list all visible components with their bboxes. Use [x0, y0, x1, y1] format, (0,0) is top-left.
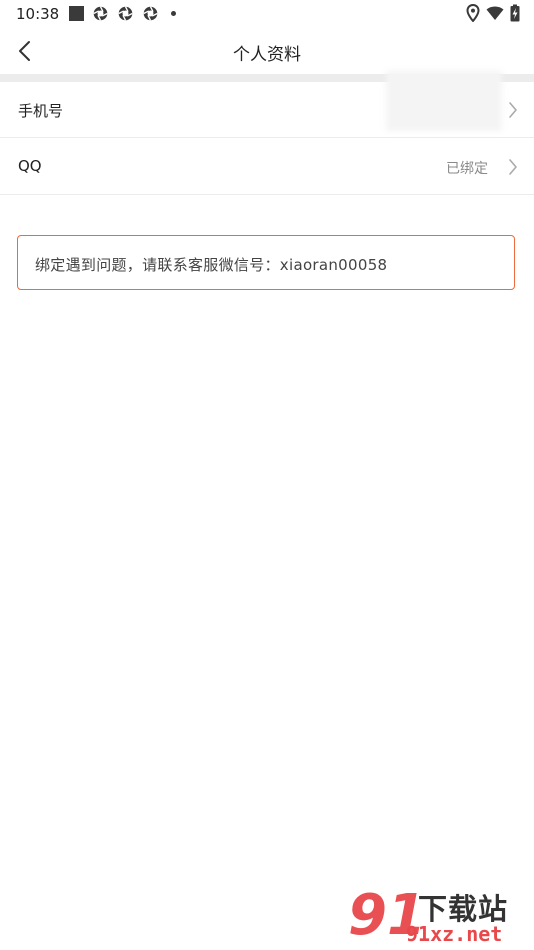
navigation-bar: 个人资料 — [0, 28, 534, 74]
watermark-domain: 91xz.net — [406, 922, 503, 946]
aperture-icon — [93, 6, 108, 21]
notice-text: 绑定遇到问题，请联系客服微信号：xiaoran00058 — [35, 256, 388, 274]
location-icon — [466, 4, 480, 22]
more-notifications-dot-icon — [171, 11, 176, 16]
status-right-icons — [466, 4, 520, 22]
phone-number-label: 手机号 — [18, 102, 64, 120]
aperture-icon — [118, 6, 133, 21]
status-time: 10:38 — [16, 5, 60, 23]
qq-label: QQ — [18, 157, 42, 175]
qq-bound-status: 已绑定 — [446, 161, 488, 177]
notification-square-icon — [69, 6, 84, 21]
binding-help-notice: 绑定遇到问题，请联系客服微信号：xiaoran00058 — [17, 235, 515, 290]
page-title: 个人资料 — [233, 45, 301, 65]
wifi-icon — [486, 6, 504, 20]
redacted-phone-overlay — [386, 71, 502, 131]
aperture-icon — [143, 6, 158, 21]
status-bar: 10:38 — [0, 0, 534, 28]
chevron-right-icon — [509, 102, 517, 118]
battery-charging-icon — [510, 4, 520, 22]
watermark: 91 下载站 91xz.net — [348, 886, 526, 948]
qq-row[interactable]: QQ 已绑定 — [0, 139, 534, 195]
chevron-right-icon — [509, 159, 517, 175]
